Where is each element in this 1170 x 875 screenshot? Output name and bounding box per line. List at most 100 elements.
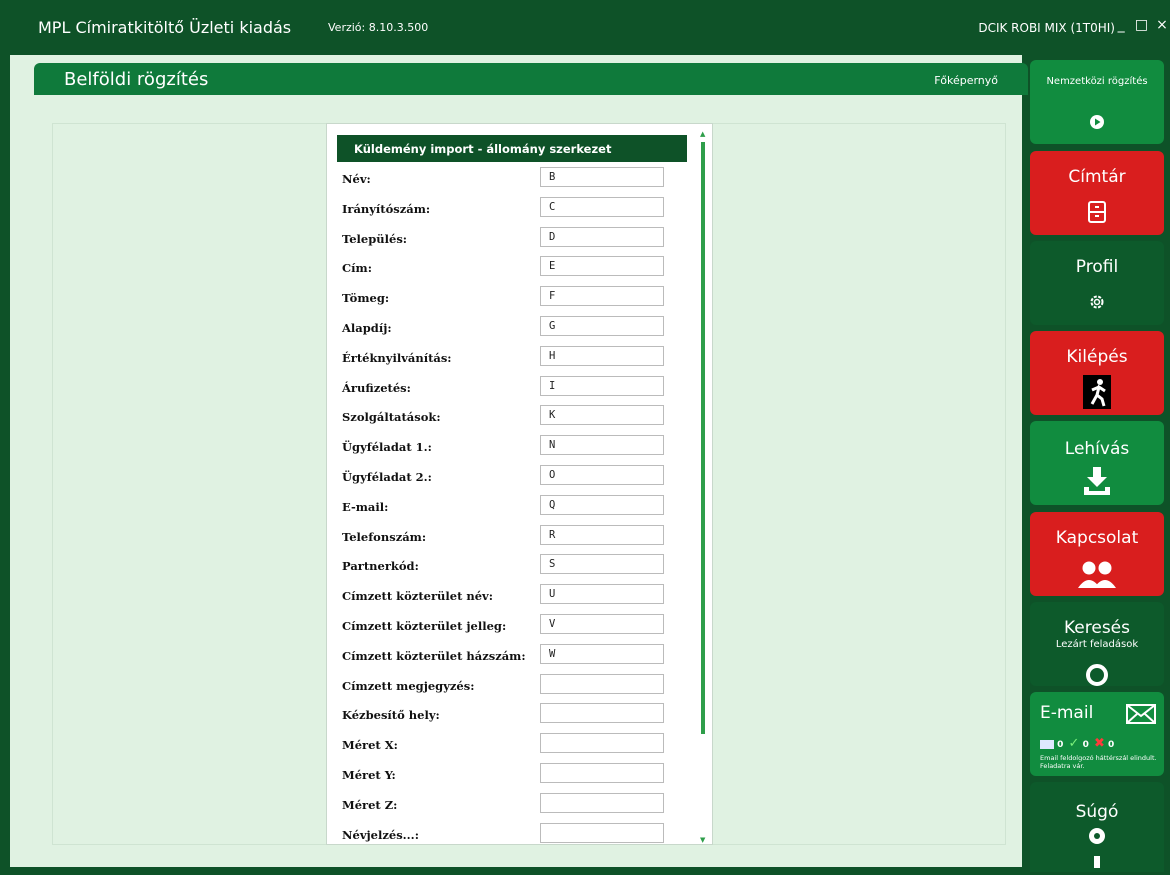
check-icon: ✓: [1068, 736, 1080, 751]
field-input[interactable]: [540, 256, 664, 277]
field-input[interactable]: [540, 792, 664, 813]
field-label: Méret Y:: [342, 768, 396, 782]
field-input[interactable]: [540, 584, 664, 605]
form-row: Értéknyilvánítás:: [342, 345, 672, 370]
tile-download[interactable]: Lehívás: [1030, 421, 1164, 505]
field-input[interactable]: [540, 375, 664, 396]
tile-international-label: Nemzetközi rögzítés: [1046, 76, 1148, 87]
form-row: Címzett megjegyzés:: [342, 673, 672, 698]
maximize-button[interactable]: □: [1134, 17, 1150, 33]
field-label: Árufizetés:: [342, 380, 411, 395]
close-button[interactable]: ×: [1154, 17, 1170, 33]
form-row: Méret Y:: [342, 763, 672, 787]
tile-search[interactable]: Keresés Lezárt feladások: [1030, 602, 1164, 686]
tile-contact-label: Kapcsolat: [1055, 528, 1139, 548]
form-row: Név:: [342, 167, 672, 191]
field-label: Címzett közterület házszám:: [342, 648, 526, 663]
field-input[interactable]: [540, 405, 664, 426]
app-title: MPL Címiratkitöltő Üzleti kiadás: [38, 18, 292, 37]
form-row: Ügyféladat 1.:: [342, 435, 672, 459]
field-input[interactable]: [540, 494, 664, 515]
title-bar: MPL Címiratkitöltő Üzleti kiadás Verzió:…: [0, 0, 1170, 50]
tile-international[interactable]: Nemzetközi rögzítés: [1030, 60, 1164, 144]
field-label: E-mail:: [342, 499, 389, 514]
field-input[interactable]: [540, 763, 664, 783]
tile-exit[interactable]: Kilépés: [1030, 331, 1164, 415]
tile-exit-label: Kilépés: [1066, 347, 1128, 367]
form-title-bar: Küldemény import - állomány szerkezet: [337, 135, 687, 162]
user-label: DCIK ROBI MIX (1T0HI): [978, 21, 1115, 35]
form-row: Szolgáltatások:: [342, 405, 672, 429]
tile-contact[interactable]: Kapcsolat: [1030, 512, 1164, 596]
scroll-up-icon[interactable]: ▲: [700, 130, 705, 138]
form-row: Árufizetés:: [342, 375, 672, 400]
field-input[interactable]: [540, 822, 664, 843]
search-icon: [1086, 664, 1108, 686]
form-row: Címzett közterület név:: [342, 584, 672, 608]
success-count: 0: [1082, 740, 1089, 750]
play-icon: [1090, 115, 1104, 129]
tile-directory-label: Címtár: [1068, 167, 1126, 187]
scroll-down-icon[interactable]: ▼: [700, 836, 705, 844]
people-icon: [1078, 561, 1116, 588]
form-row: Ügyféladat 2.:: [342, 465, 672, 489]
field-input[interactable]: [540, 673, 664, 694]
mail-count-icon: [1040, 740, 1054, 749]
field-input[interactable]: [540, 196, 664, 217]
exit-icon: [1083, 375, 1111, 409]
field-label: Kézbesítő hely:: [342, 708, 440, 723]
tile-search-label: Keresés: [1063, 618, 1130, 638]
form-row: Cím:: [342, 256, 672, 280]
form-row: Címzett közterület jelleg:: [342, 614, 672, 638]
tile-profile[interactable]: Profil: [1030, 241, 1164, 325]
form-row: Telefonszám:: [342, 524, 672, 549]
left-edge: [0, 50, 10, 875]
field-input[interactable]: [540, 554, 664, 575]
scrollbar-thumb[interactable]: [701, 142, 705, 734]
field-input[interactable]: [540, 226, 664, 247]
gear-icon: [1090, 295, 1104, 309]
field-label: Név:: [342, 172, 371, 186]
field-label: Partnerkód:: [342, 559, 419, 574]
field-input[interactable]: [540, 435, 664, 456]
field-input[interactable]: [540, 703, 664, 724]
field-label: Méret Z:: [342, 797, 398, 812]
field-input[interactable]: [540, 167, 664, 187]
tile-search-sublabel: Lezárt feladások: [1055, 639, 1139, 650]
field-input[interactable]: [540, 316, 664, 336]
field-label: Értéknyilvánítás:: [342, 350, 452, 365]
field-input[interactable]: [540, 643, 664, 664]
form-row: Partnerkód:: [342, 554, 672, 578]
home-link[interactable]: Főképernyő: [934, 74, 998, 87]
form-row: Névjelzés...:: [342, 822, 672, 844]
form-row: Tömeg:: [342, 286, 672, 310]
field-input[interactable]: [540, 524, 664, 545]
field-label: Település:: [342, 231, 408, 246]
tile-download-label: Lehívás: [1064, 439, 1130, 459]
minimize-button[interactable]: _: [1113, 17, 1129, 33]
error-count: 0: [1108, 740, 1115, 750]
tile-profile-label: Profil: [1075, 257, 1119, 277]
field-input[interactable]: [540, 733, 664, 754]
tile-help[interactable]: Súgó: [1030, 782, 1164, 872]
cabinet-icon: [1088, 201, 1106, 223]
mail-count: 0: [1057, 740, 1064, 750]
form-scrollbar[interactable]: ▲ ▼: [700, 130, 706, 844]
field-label: Ügyféladat 1.:: [342, 440, 432, 455]
field-input[interactable]: [540, 465, 664, 485]
error-icon: ✖: [1094, 736, 1105, 751]
field-label: Címzett megjegyzés:: [342, 678, 475, 693]
page-header: Belföldi rögzítés Főképernyő: [34, 63, 1028, 95]
tile-email[interactable]: E-mail 0 ✓ 0 ✖ 0 Email feldolgozó háttér…: [1030, 692, 1164, 776]
field-input[interactable]: [540, 345, 664, 366]
field-label: Cím:: [342, 261, 372, 276]
field-label: Irányítószám:: [342, 201, 431, 216]
field-input[interactable]: [540, 614, 664, 634]
tile-directory[interactable]: Címtár: [1030, 151, 1164, 235]
form-row: Címzett közterület házszám:: [342, 643, 672, 668]
field-input[interactable]: [540, 286, 664, 307]
field-label: Alapdíj:: [342, 321, 392, 335]
field-label: Méret X:: [342, 738, 398, 753]
tile-help-label: Súgó: [1075, 802, 1119, 822]
download-icon: [1084, 467, 1110, 495]
